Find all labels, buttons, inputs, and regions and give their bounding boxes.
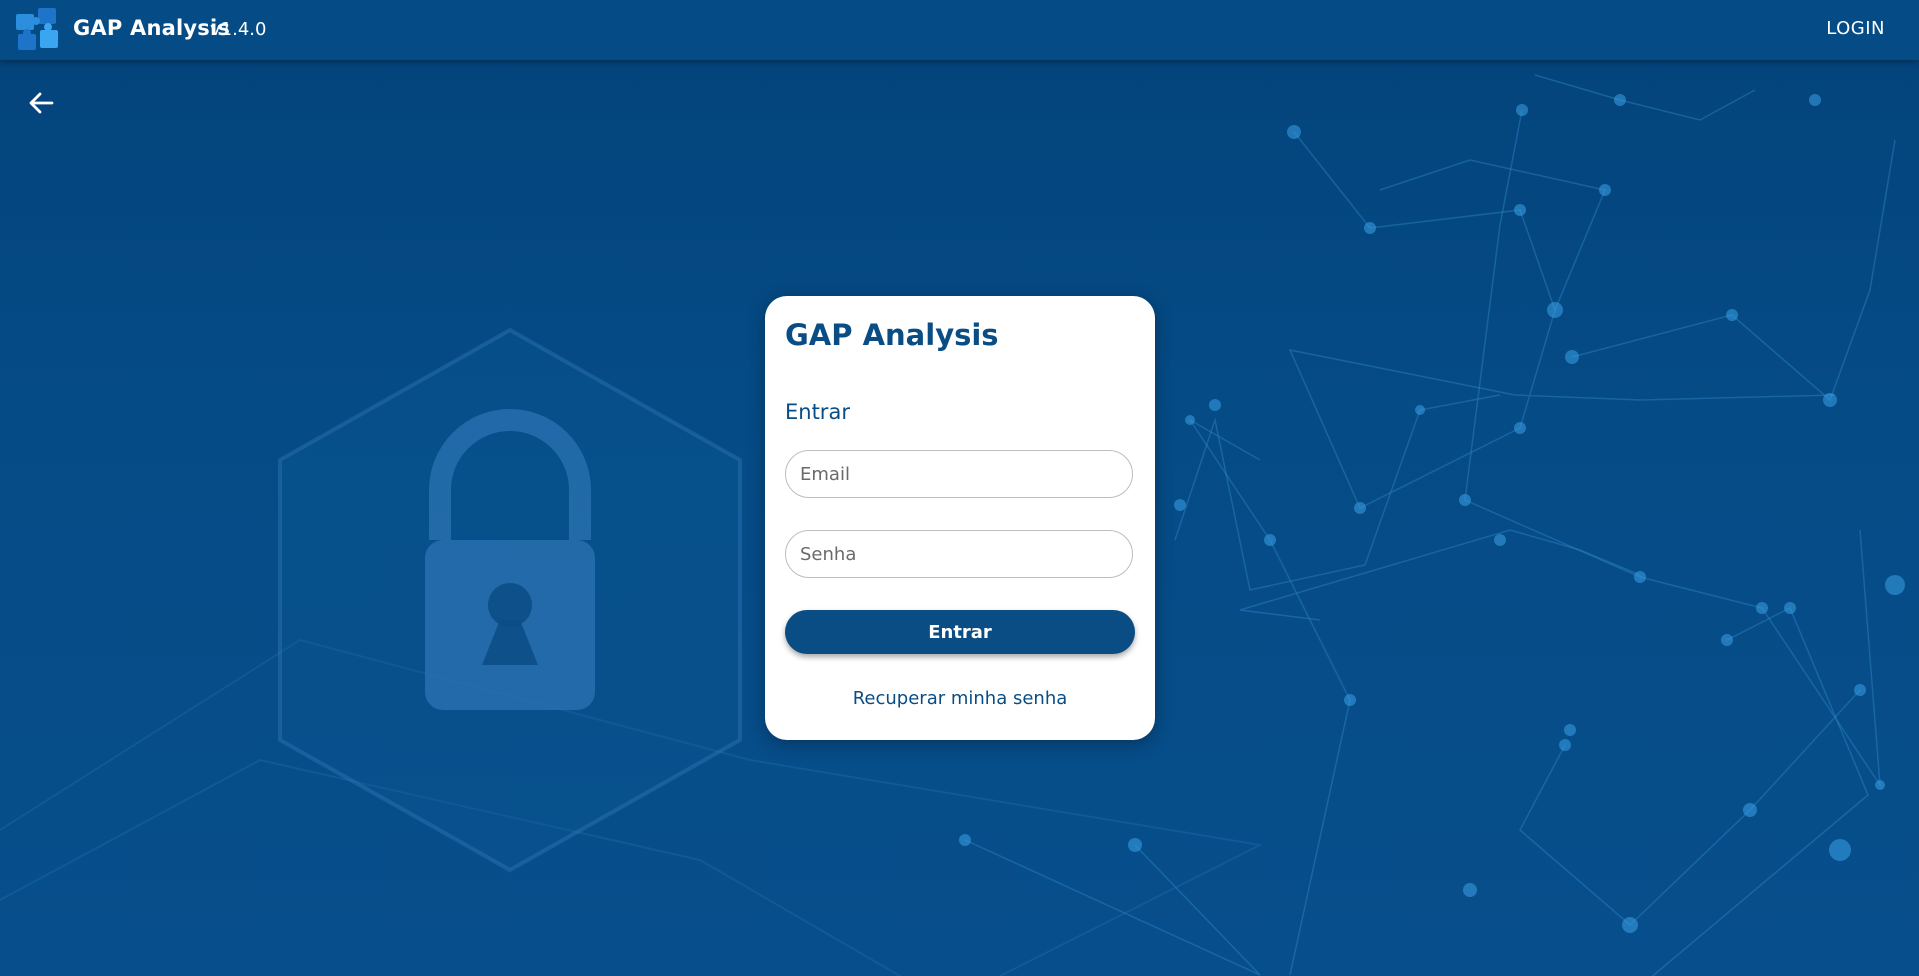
login-card: GAP Analysis Entrar Entrar Recuperar min… [765, 296, 1155, 740]
app-title: GAP Analysis [73, 16, 231, 40]
submit-button[interactable]: Entrar [785, 610, 1135, 654]
card-title: GAP Analysis [785, 318, 999, 352]
padlock-illustration [278, 327, 742, 873]
card-subtitle: Entrar [785, 400, 850, 424]
arrow-left-icon[interactable] [26, 88, 56, 118]
email-field[interactable] [785, 450, 1133, 498]
puzzle-logo-icon [16, 8, 58, 50]
recover-password-link[interactable]: Recuperar minha senha [765, 688, 1155, 709]
app-version: v1.4.0 [210, 19, 267, 40]
top-app-bar: GAP Analysis v1.4.0 LOGIN [0, 0, 1919, 60]
login-link[interactable]: LOGIN [1826, 18, 1885, 39]
password-field[interactable] [785, 530, 1133, 578]
